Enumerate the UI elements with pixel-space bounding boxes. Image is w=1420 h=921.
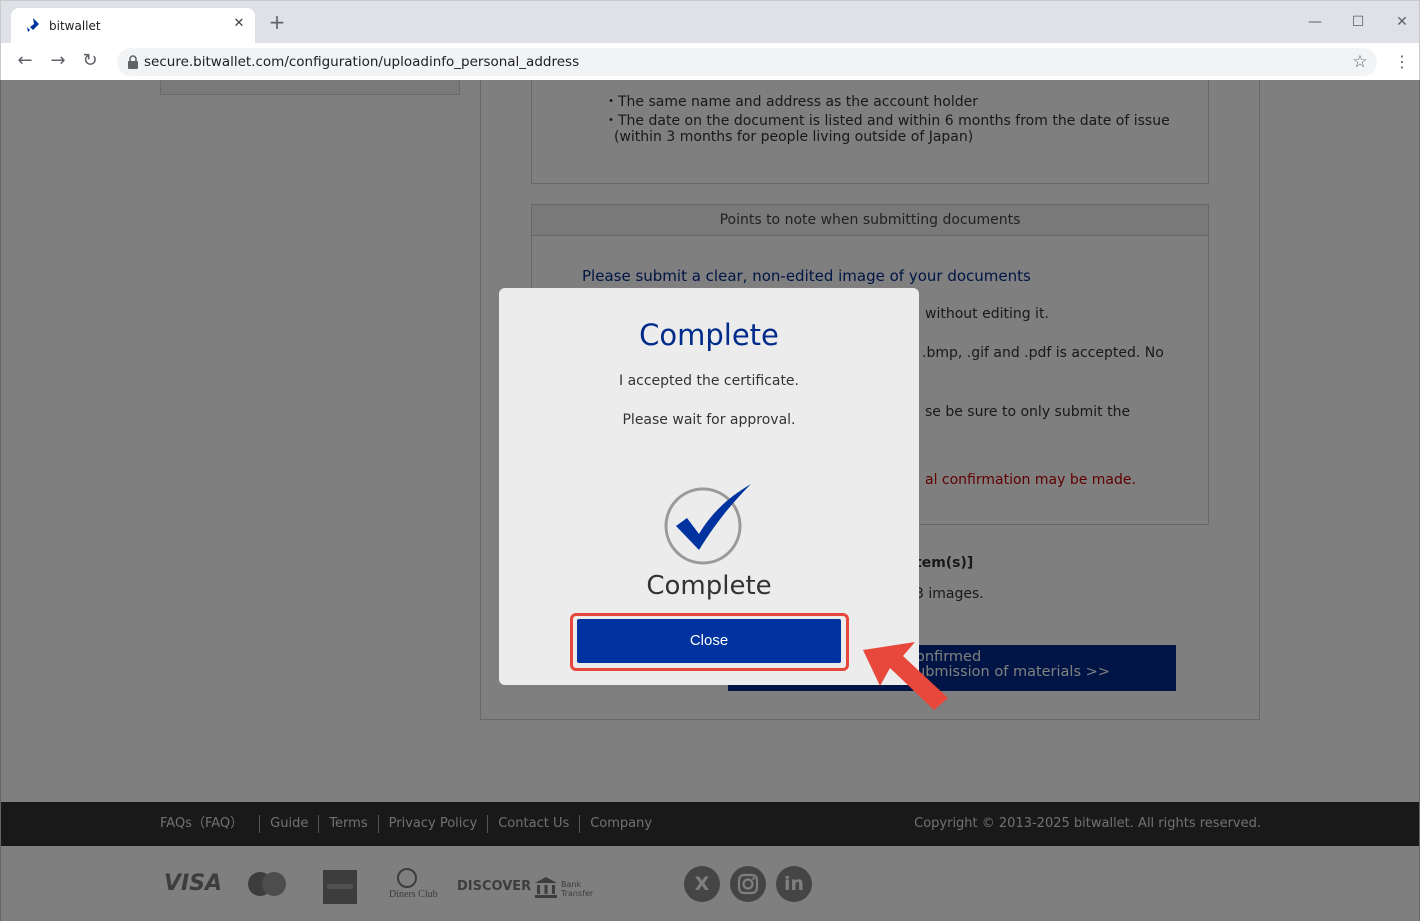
close-button[interactable]: Close <box>577 619 841 663</box>
bookmark-star-icon[interactable]: ☆ <box>1351 53 1369 71</box>
browser-tab[interactable]: bitwallet ✕ <box>11 8 255 43</box>
url-text: secure.bitwallet.com/configuration/uploa… <box>144 54 580 70</box>
tab-close-icon[interactable]: ✕ <box>231 16 247 32</box>
address-bar[interactable]: secure.bitwallet.com/configuration/uploa… <box>117 48 1377 76</box>
new-tab-icon[interactable]: + <box>267 12 287 32</box>
modal-message-1: I accepted the certificate. <box>618 373 799 389</box>
bitwallet-favicon-icon <box>27 18 39 32</box>
complete-modal: Complete I accepted the certificate. Ple… <box>499 288 919 685</box>
minimize-icon[interactable]: — <box>1306 13 1324 31</box>
modal-status: Complete <box>646 571 772 601</box>
back-icon[interactable]: ← <box>15 51 35 71</box>
window-close-icon[interactable]: ✕ <box>1393 13 1411 31</box>
pointer-arrow-icon <box>863 642 948 710</box>
reload-icon[interactable]: ↻ <box>80 51 100 71</box>
browser-chrome: bitwallet ✕ + — ☐ ✕ ← → ↻ secure.bitwall… <box>0 0 1420 81</box>
lock-icon <box>128 55 138 69</box>
browser-menu-icon[interactable]: ⋮ <box>1393 52 1411 72</box>
browser-toolbar: ← → ↻ secure.bitwallet.com/configuration… <box>1 43 1419 81</box>
tab-title: bitwallet <box>49 19 101 33</box>
modal-title: Complete <box>639 318 779 352</box>
forward-icon[interactable]: → <box>48 51 68 71</box>
maximize-icon[interactable]: ☐ <box>1349 13 1367 31</box>
modal-message-2: Please wait for approval. <box>622 412 796 428</box>
checkmark-icon <box>664 484 751 565</box>
